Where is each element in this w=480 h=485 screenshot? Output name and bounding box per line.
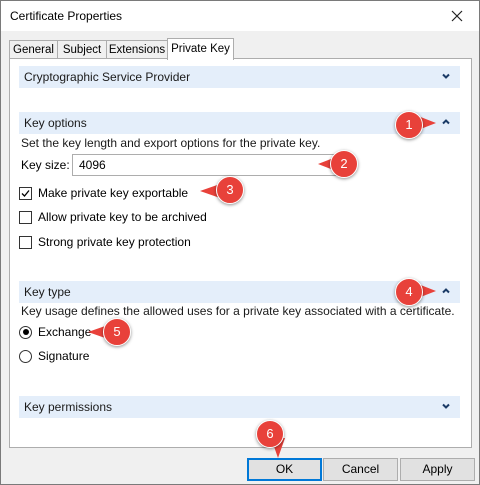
key-options-description: Set the key length and export options fo…	[21, 136, 321, 150]
window-title: Certificate Properties	[10, 9, 123, 23]
key-size-value: 4096	[79, 158, 106, 172]
cancel-button[interactable]: Cancel	[323, 458, 398, 481]
signature-radio[interactable]	[19, 349, 32, 363]
exchange-label: Exchange	[38, 325, 92, 339]
signature-option[interactable]: Signature	[19, 348, 89, 364]
tab-subject[interactable]: Subject	[57, 40, 107, 59]
tab-strip: General Subject Extensions Private Key	[9, 38, 471, 60]
chevron-down-icon	[442, 73, 450, 79]
callout-badge-2: 2	[330, 150, 358, 178]
apply-button[interactable]: Apply	[400, 458, 475, 481]
exportable-option[interactable]: Make private key exportable	[19, 185, 188, 201]
archive-checkbox[interactable]	[19, 210, 32, 224]
callout-badge-1: 1	[395, 111, 423, 139]
strong-protection-label: Strong private key protection	[38, 235, 191, 249]
signature-label: Signature	[38, 349, 90, 363]
chevron-down-icon	[442, 403, 450, 409]
key-options-title: Key options	[24, 116, 87, 130]
archive-option[interactable]: Allow private key to be archived	[19, 209, 207, 225]
chevron-up-icon	[442, 119, 450, 125]
key-permissions-title: Key permissions	[24, 400, 113, 414]
exchange-radio[interactable]	[19, 325, 32, 339]
tab-extensions[interactable]: Extensions	[106, 40, 168, 59]
exportable-checkbox[interactable]	[19, 186, 32, 200]
key-size-label: Key size:	[21, 158, 70, 172]
callout-badge-6: 6	[256, 420, 284, 448]
callout-badge-4: 4	[395, 278, 423, 306]
key-type-title: Key type	[24, 285, 71, 299]
key-type-section-header[interactable]: Key type	[19, 281, 460, 303]
tab-general[interactable]: General	[9, 40, 58, 59]
key-type-description: Key usage defines the allowed uses for a…	[21, 304, 455, 318]
exchange-option[interactable]: Exchange	[19, 324, 91, 340]
key-permissions-section-header[interactable]: Key permissions	[19, 396, 460, 418]
key-options-section-header[interactable]: Key options	[19, 112, 460, 134]
close-icon	[451, 10, 463, 22]
key-size-select[interactable]: 4096	[72, 154, 347, 176]
tab-private-key[interactable]: Private Key	[167, 38, 234, 60]
close-button[interactable]	[435, 1, 479, 31]
certificate-properties-dialog: Certificate Properties General Subject E…	[0, 0, 480, 485]
ok-button[interactable]: OK	[247, 458, 322, 481]
callout-badge-5: 5	[103, 318, 131, 346]
title-bar: Certificate Properties	[1, 1, 479, 31]
callout-badge-3: 3	[216, 176, 244, 204]
check-icon	[21, 189, 30, 197]
strong-protection-option[interactable]: Strong private key protection	[19, 234, 191, 250]
csp-section-title: Cryptographic Service Provider	[24, 70, 191, 84]
strong-protection-checkbox[interactable]	[19, 235, 32, 249]
chevron-up-icon	[442, 288, 450, 294]
exportable-label: Make private key exportable	[38, 186, 189, 200]
archive-label: Allow private key to be archived	[38, 210, 207, 224]
csp-section-header[interactable]: Cryptographic Service Provider	[19, 66, 460, 88]
